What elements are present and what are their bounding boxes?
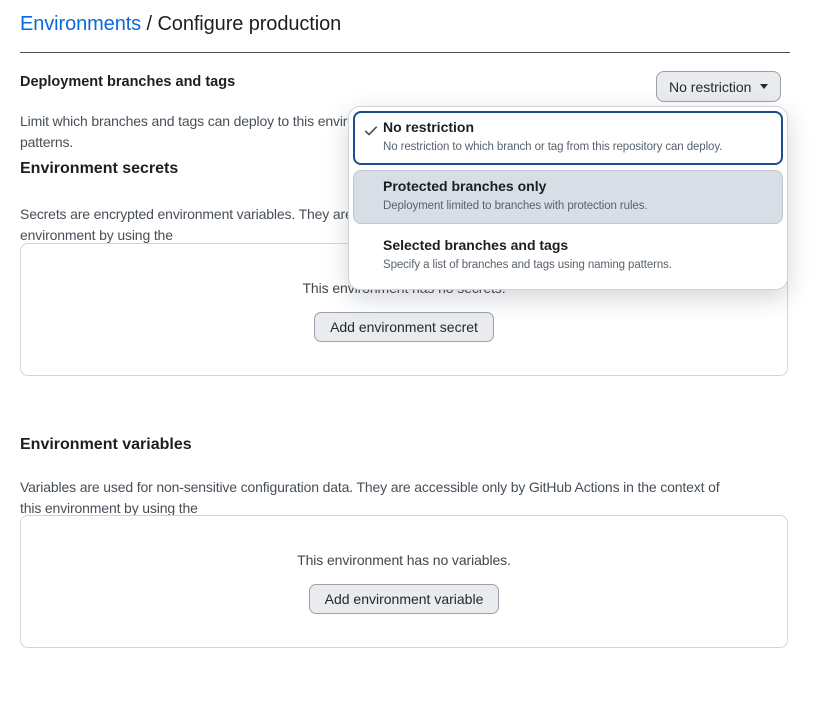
- variables-description-line1: Variables are used for non-sensitive con…: [20, 477, 719, 498]
- check-icon: [363, 123, 379, 139]
- menu-item-title: Protected branches only: [383, 177, 773, 196]
- secrets-section-heading: Environment secrets: [20, 160, 178, 178]
- menu-item-selected-branches-and-tags[interactable]: Selected branches and tags Specify a lis…: [353, 229, 783, 282]
- variables-empty-text: This environment has no variables.: [297, 552, 511, 568]
- menu-item-no-restriction[interactable]: No restriction No restriction to which b…: [353, 111, 783, 165]
- menu-item-protected-branches-only[interactable]: Protected branches only Deployment limit…: [353, 170, 783, 224]
- header-divider: [20, 52, 790, 53]
- variables-section-heading: Environment variables: [20, 436, 192, 454]
- add-environment-secret-button[interactable]: Add environment secret: [314, 312, 494, 342]
- variables-empty-box: This environment has no variables. Add e…: [20, 515, 788, 648]
- deployment-restriction-dropdown-button[interactable]: No restriction: [656, 71, 781, 102]
- chevron-down-icon: [760, 84, 768, 89]
- breadcrumb-current: Configure production: [157, 13, 341, 35]
- restriction-dropdown-menu: No restriction No restriction to which b…: [348, 106, 788, 290]
- deployment-section-heading: Deployment branches and tags: [20, 74, 235, 90]
- menu-item-description: No restriction to which branch or tag fr…: [383, 139, 773, 156]
- add-environment-variable-button[interactable]: Add environment variable: [309, 584, 500, 614]
- breadcrumb-environments-link[interactable]: Environments: [20, 13, 141, 35]
- menu-item-description: Deployment limited to branches with prot…: [383, 198, 773, 215]
- menu-item-title: Selected branches and tags: [383, 236, 773, 255]
- menu-item-description: Specify a list of branches and tags usin…: [383, 257, 773, 274]
- menu-item-title: No restriction: [383, 118, 773, 137]
- environment-config-page: Environments / Configure production Depl…: [0, 0, 830, 715]
- dropdown-button-label: No restriction: [669, 79, 751, 95]
- page-title: Environments / Configure production: [20, 13, 341, 36]
- breadcrumb-separator: /: [141, 13, 157, 35]
